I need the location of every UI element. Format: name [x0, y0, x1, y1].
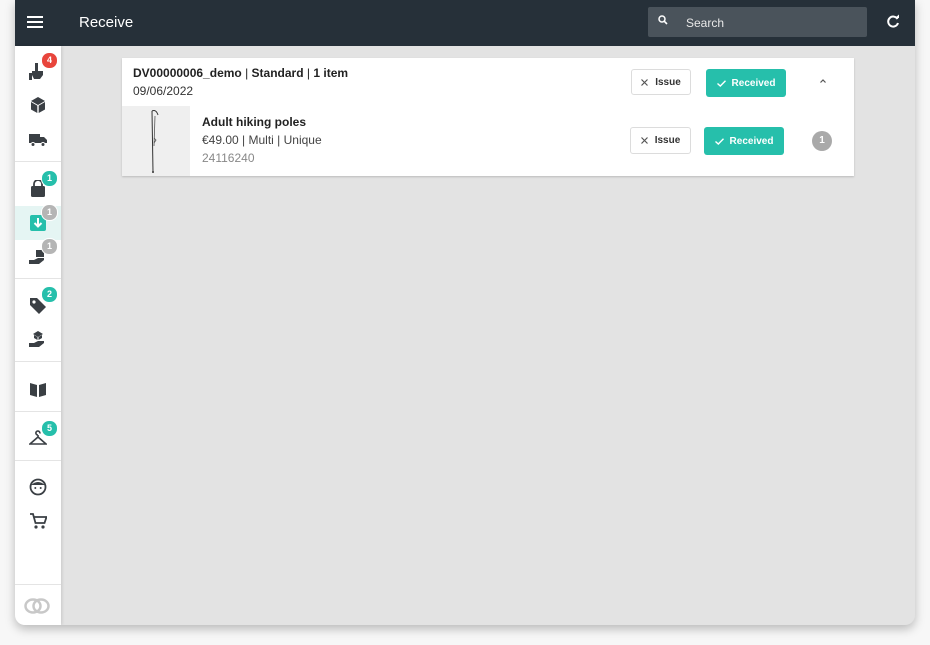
cart-icon	[30, 513, 47, 529]
close-icon	[640, 137, 648, 144]
sidebar-item-8[interactable]	[15, 372, 61, 406]
chevron-up-icon[interactable]	[818, 76, 828, 86]
brand-logo-icon	[24, 598, 50, 614]
product-details: €49.00 | Multi | Unique	[202, 133, 322, 147]
notification-badge: 1	[41, 204, 58, 221]
issue-label: Issue	[655, 76, 681, 88]
notification-badge: 5	[41, 420, 58, 437]
order-received-button[interactable]: Received	[706, 69, 786, 97]
received-label: Received	[729, 135, 774, 147]
product-name: Adult hiking poles	[202, 115, 306, 129]
search-box[interactable]	[648, 7, 867, 37]
sidebar-item-4[interactable]: 1	[15, 204, 61, 240]
order-type: Standard	[251, 66, 304, 80]
sidebar-divider	[15, 584, 61, 585]
issue-label: Issue	[654, 135, 681, 146]
order-date: 09/06/2022	[133, 84, 194, 98]
sidebar-item-6[interactable]: 2	[15, 286, 61, 322]
item-received-button[interactable]: Received	[704, 127, 784, 155]
truck-icon	[29, 134, 47, 147]
sidebar-item-9[interactable]: 5	[15, 420, 61, 456]
sidebar-item-1[interactable]	[15, 88, 61, 122]
item-issue-button[interactable]: Issue	[630, 127, 691, 154]
sidebar-item-5[interactable]: 1	[15, 238, 61, 274]
top-bar: Receive	[15, 0, 915, 46]
sidebar-item-10[interactable]	[15, 470, 61, 504]
sidebar-item-0[interactable]: 4	[15, 52, 61, 88]
refresh-icon[interactable]	[885, 14, 901, 30]
product-thumbnail	[122, 106, 190, 176]
page-title: Receive	[79, 14, 134, 31]
received-label: Received	[731, 77, 776, 89]
order-card: DV00000006_demo | Standard | 1 item 09/0…	[122, 58, 854, 176]
sidebar-divider	[15, 361, 61, 362]
check-icon	[716, 79, 726, 87]
check-icon	[714, 137, 724, 145]
close-icon	[641, 78, 649, 86]
order-item-row: Adult hiking poles €49.00 | Multi | Uniq…	[122, 106, 854, 176]
sidebar-item-2[interactable]	[15, 122, 61, 156]
sidebar-item-7[interactable]	[15, 322, 61, 356]
notification-badge: 1	[41, 238, 58, 255]
sidebar-item-3[interactable]: 1	[15, 170, 61, 206]
sidebar-divider	[15, 161, 61, 162]
sidebar: 4 1 1 1 2 5	[15, 46, 61, 625]
order-header[interactable]: DV00000006_demo | Standard | 1 item 09/0…	[122, 58, 854, 106]
face-icon	[29, 478, 47, 496]
sidebar-divider	[15, 411, 61, 412]
notification-badge: 4	[41, 52, 58, 69]
hamburger-icon[interactable]	[27, 13, 47, 33]
product-code: 24116240	[202, 151, 255, 165]
book-open-icon	[30, 383, 46, 397]
app-window: Receive 4	[15, 0, 915, 625]
notification-badge: 1	[41, 170, 58, 187]
sidebar-divider	[15, 460, 61, 461]
quantity-badge: 1	[812, 131, 832, 151]
search-input[interactable]	[684, 13, 858, 33]
order-summary: DV00000006_demo | Standard | 1 item	[133, 66, 349, 80]
search-icon	[658, 15, 668, 25]
sidebar-divider	[15, 278, 61, 279]
notification-badge: 2	[41, 286, 58, 303]
order-issue-button[interactable]: Issue	[631, 69, 691, 95]
box-icon	[31, 97, 45, 113]
hand-box-icon	[29, 331, 44, 347]
order-id: DV00000006_demo	[133, 66, 242, 80]
order-item-count: 1 item	[313, 66, 349, 80]
sidebar-item-11[interactable]	[15, 504, 61, 538]
